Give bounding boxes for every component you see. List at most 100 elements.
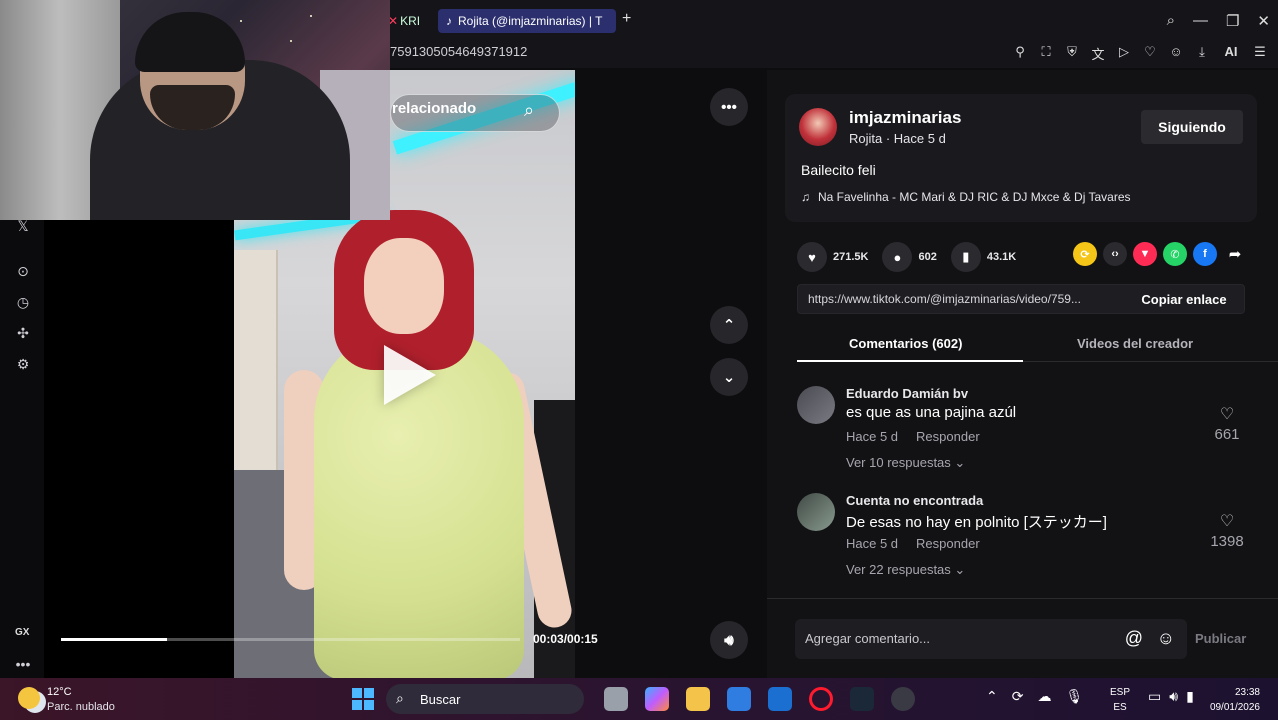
whatsapp-icon[interactable]: ✆: [1163, 242, 1187, 266]
outlook-icon[interactable]: [768, 687, 792, 711]
mention-icon[interactable]: @: [1125, 628, 1143, 649]
comment-like-count: 1398: [1210, 533, 1244, 550]
comment-item: Eduardo Damián bv es que as una pajina a…: [797, 384, 1247, 484]
play-icon[interactable]: [384, 345, 436, 405]
tab-partial-label: KRI: [400, 14, 421, 28]
download-icon[interactable]: ⤓: [1194, 44, 1210, 63]
history-icon[interactable]: ◷: [14, 293, 32, 311]
gx-label[interactable]: GX: [15, 627, 29, 638]
heart-icon[interactable]: ♡: [1142, 44, 1158, 63]
comment-like-icon[interactable]: ♡: [1207, 404, 1247, 424]
player-icon[interactable]: ⊙: [14, 262, 32, 280]
opera-gx-icon[interactable]: [809, 687, 833, 711]
profile-icon[interactable]: ☺: [1168, 44, 1184, 63]
like-stat[interactable]: ♥ 271.5K: [797, 242, 868, 272]
embed-icon[interactable]: ‹›: [1103, 242, 1127, 266]
task-view-icon[interactable]: [604, 687, 628, 711]
link-box: https://www.tiktok.com/@imjazminarias/vi…: [797, 284, 1245, 314]
extensions-icon[interactable]: ✣: [14, 324, 32, 342]
comment-item: Cuenta no encontrada De esas no hay en p…: [797, 491, 1247, 591]
settings-icon[interactable]: ⚙: [14, 355, 32, 373]
more-options-button[interactable]: •••: [710, 88, 748, 126]
previous-video-button[interactable]: ⌃: [710, 306, 748, 344]
tab-comments[interactable]: Comentarios (602): [849, 336, 962, 351]
tiktok-icon: ♪: [446, 14, 452, 28]
volume-button[interactable]: 🔊︎: [710, 621, 748, 659]
post-card: imjazminarias Rojita · Hace 5 d Siguiend…: [785, 94, 1257, 222]
taskbar: 12°C Parc. nublado ⌕ Buscar ⌃ ⟳ ☁ 🎙︎ ESP…: [0, 678, 1278, 720]
video-progress-bar[interactable]: [61, 638, 520, 641]
network-icon[interactable]: ▭: [1148, 688, 1161, 705]
comment-stat[interactable]: ● 602: [882, 242, 937, 272]
creator-username[interactable]: imjazminarias: [849, 108, 961, 128]
save-stat[interactable]: ▮ 43.1K: [950, 242, 1016, 272]
comment-avatar[interactable]: [797, 386, 835, 424]
comment-input[interactable]: Agregar comentario... @ ☺: [795, 619, 1187, 659]
emoji-icon[interactable]: ☺: [1157, 628, 1175, 649]
facebook-icon[interactable]: f: [1193, 242, 1217, 266]
search-icon: ⌕: [396, 690, 404, 706]
file-explorer-icon[interactable]: [686, 687, 710, 711]
steam-icon[interactable]: [850, 687, 874, 711]
publish-button[interactable]: Publicar: [1195, 631, 1246, 646]
tab-partial[interactable]: ✕ KRI: [388, 10, 420, 32]
related-search-label[interactable]: relacionado: [392, 100, 476, 117]
search-icon[interactable]: ⌕: [1167, 12, 1175, 30]
sync-icon[interactable]: ⟳: [1012, 688, 1024, 705]
play-icon[interactable]: ▷: [1116, 44, 1132, 63]
speaker-icon[interactable]: 🔊︎: [1169, 688, 1178, 705]
copilot-icon[interactable]: [645, 687, 669, 711]
cloud-icon[interactable]: ☁: [1037, 688, 1051, 705]
weather-temperature[interactable]: 12°C: [47, 686, 72, 698]
clock[interactable]: 23:38 09/01/2026: [1210, 685, 1260, 715]
star-light: [310, 15, 312, 17]
share-arrow-icon[interactable]: ➦: [1223, 242, 1247, 266]
following-button[interactable]: Siguiendo: [1141, 110, 1243, 144]
reply-button[interactable]: Responder: [916, 536, 980, 551]
search-icon[interactable]: ⌕: [524, 100, 534, 121]
maximize-icon[interactable]: ❐: [1226, 12, 1239, 30]
comment-avatar[interactable]: [797, 493, 835, 531]
creator-avatar[interactable]: [799, 108, 837, 146]
start-icon[interactable]: [352, 688, 374, 710]
battery-icon[interactable]: ▮: [1186, 688, 1194, 705]
microphone-icon[interactable]: 🎙︎: [1065, 688, 1083, 705]
weather-icon[interactable]: [18, 687, 40, 709]
translate-icon[interactable]: 文: [1090, 44, 1106, 63]
post-stats: ♥ 271.5K ● 602 ▮ 43.1K: [797, 242, 1030, 272]
url-field[interactable]: 7591305054649371912: [390, 44, 527, 59]
video-link[interactable]: https://www.tiktok.com/@imjazminarias/vi…: [808, 292, 1126, 306]
language-indicator[interactable]: ESP ES: [1110, 685, 1130, 715]
more-icon[interactable]: •••: [14, 655, 32, 673]
app-icon[interactable]: [891, 687, 915, 711]
comment-time: Hace 5 d: [846, 429, 899, 444]
tab-creator-videos[interactable]: Videos del creador: [1077, 336, 1193, 351]
view-replies-button[interactable]: Ver 22 respuestas ⌄: [846, 562, 965, 578]
weather-condition[interactable]: Parc. nublado: [47, 701, 115, 713]
shield-icon[interactable]: ⛨: [1064, 44, 1080, 63]
pin-icon[interactable]: ⚲: [1012, 44, 1028, 63]
reply-button[interactable]: Responder: [916, 429, 980, 444]
comment-author[interactable]: Eduardo Damián bv: [846, 386, 968, 401]
screenshot-icon[interactable]: ⛶: [1038, 44, 1054, 63]
minimize-icon[interactable]: —: [1193, 12, 1208, 30]
taskbar-search[interactable]: ⌕ Buscar: [386, 684, 584, 714]
view-replies-button[interactable]: Ver 10 respuestas ⌄: [846, 455, 965, 471]
menu-icon[interactable]: ☰: [1252, 44, 1268, 63]
store-icon[interactable]: [727, 687, 751, 711]
copy-link-button[interactable]: Copiar enlace: [1124, 285, 1244, 313]
next-video-button[interactable]: ⌄: [710, 358, 748, 396]
comment-like-icon[interactable]: ♡: [1207, 511, 1247, 531]
new-tab-icon[interactable]: +: [622, 10, 631, 28]
window-controls: ⌕ — ❐ ✕: [1167, 12, 1270, 30]
chevron-up-icon[interactable]: ⌃: [986, 688, 998, 705]
repost-icon[interactable]: ⟳: [1073, 242, 1097, 266]
close-icon[interactable]: ✕: [1257, 12, 1270, 30]
comment-author[interactable]: Cuenta no encontrada: [846, 493, 983, 508]
tab-active[interactable]: ♪ Rojita (@imjazminarias) | T: [438, 9, 616, 33]
bookmark-icon: ▮: [950, 242, 981, 272]
like-count: 271.5K: [833, 251, 869, 263]
post-music[interactable]: ♫ Na Favelinha - MC Mari & DJ RIC & DJ M…: [801, 190, 1131, 204]
send-icon[interactable]: ▼: [1133, 242, 1157, 266]
ai-label[interactable]: AI: [1220, 44, 1242, 63]
